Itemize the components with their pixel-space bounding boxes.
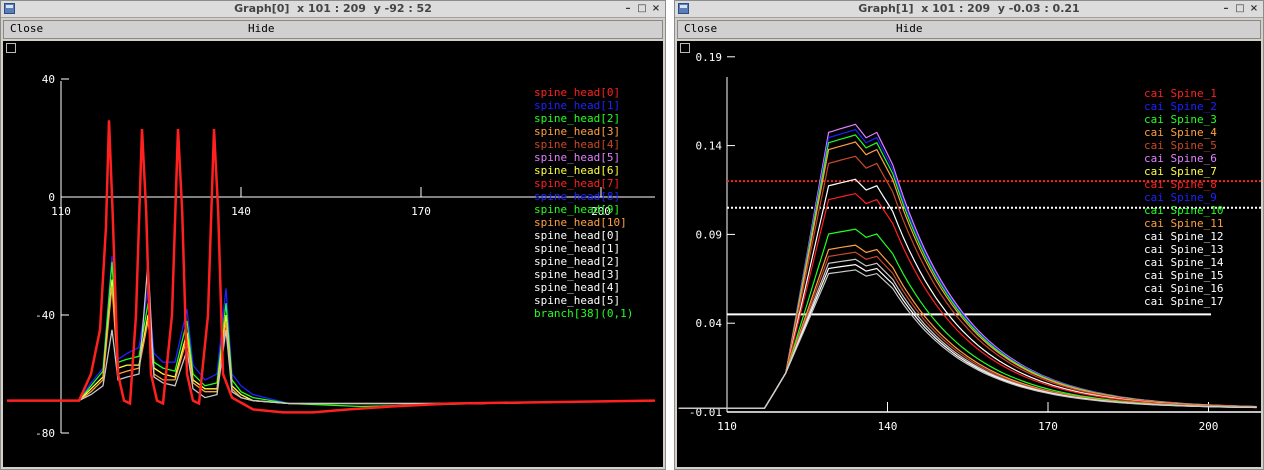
legend-entry: cai Spine_16 <box>1144 282 1223 295</box>
right-graph-canvas[interactable]: 0.19 0.14 0.09 0.04 -0.01 110 140 170 200 cai Spi… <box>677 41 1261 467</box>
right-window-title: Graph[1] x 101 : 209 y -0.03 : 0.21 <box>858 2 1080 15</box>
legend-entry: spine_head[4] <box>534 281 620 294</box>
y-tick-label: 0.04 <box>696 317 723 330</box>
close-window-button[interactable]: × <box>651 2 661 15</box>
legend-entry: cai Spine_4 <box>1144 126 1217 139</box>
legend-entry: spine_head[2] <box>534 112 620 125</box>
x-tick-label: 140 <box>231 205 251 218</box>
legend-entry: spine_head[5] <box>534 151 620 164</box>
legend-entry: spine_head[5] <box>534 294 620 307</box>
close-window-button[interactable]: × <box>1249 2 1259 15</box>
maximize-button[interactable]: □ <box>637 2 647 15</box>
legend-entry: cai Spine_7 <box>1144 165 1217 178</box>
calcium-plot: 0.190.140.090.04-0.01110 140 170 200cai Spi… <box>678 51 1261 433</box>
right-menu-bar: Close Hide <box>677 20 1261 39</box>
legend-entry: spine_head[3] <box>534 268 620 281</box>
legend-entry: spine_head[3] <box>534 125 620 138</box>
y-tick-label: -40 <box>35 309 55 322</box>
y-tick-label: -80 <box>35 427 55 440</box>
legend-entry: cai Spine_17 <box>1144 295 1223 308</box>
legend-entry: spine_head[0] <box>534 86 620 99</box>
legend-entry: cai Spine_1 <box>1144 87 1217 100</box>
legend-entry: cai Spine_5 <box>1144 139 1217 152</box>
hide-button[interactable]: Hide <box>896 22 923 35</box>
legend-entry: spine_head[1] <box>534 99 620 112</box>
y-tick-label: 0 <box>48 191 55 204</box>
left-menu-bar: Close Hide <box>3 20 663 39</box>
legend-entry: cai Spine_10 <box>1144 204 1223 217</box>
minimize-button[interactable]: – <box>623 2 633 15</box>
x-tick-label: 170 <box>411 205 431 218</box>
left-graph-window: Graph[0] x 101 : 209 y -92 : 52 – □ × Cl… <box>0 0 666 470</box>
y-tick-label: 0.09 <box>696 228 723 241</box>
x-tick-label: 200 <box>1199 420 1219 433</box>
x-tick-label: 170 <box>1038 420 1058 433</box>
legend-entry: spine_head[8] <box>534 190 620 203</box>
right-title-bar[interactable]: Graph[1] x 101 : 209 y -0.03 : 0.21 – □ … <box>675 1 1263 18</box>
legend-entry: branch[38](0,1) <box>534 307 633 320</box>
close-button[interactable]: Close <box>684 22 717 35</box>
maximize-button[interactable]: □ <box>1235 2 1245 15</box>
legend-entry: cai Spine_15 <box>1144 269 1223 282</box>
voltage-plot: 400-40-80110 140 170 200spine_head[0]spine_… <box>7 73 656 440</box>
x-tick-label: 140 <box>878 420 898 433</box>
left-title-bar[interactable]: Graph[0] x 101 : 209 y -92 : 52 – □ × <box>1 1 665 18</box>
legend-entry: cai Spine_11 <box>1144 217 1223 230</box>
y-tick-label: 0.14 <box>696 140 723 153</box>
legend-entry: spine_head[2] <box>534 255 620 268</box>
legend-entry: spine_head[4] <box>534 138 620 151</box>
left-window-title: Graph[0] x 101 : 209 y -92 : 52 <box>234 2 432 15</box>
close-button[interactable]: Close <box>10 22 43 35</box>
legend-entry: cai Spine_6 <box>1144 152 1217 165</box>
x-tick-label: 110 <box>717 420 737 433</box>
legend-entry: cai Spine_8 <box>1144 178 1217 191</box>
legend-entry: cai Spine_2 <box>1144 100 1217 113</box>
legend-entry: spine_head[7] <box>534 177 620 190</box>
legend-entry: cai Spine_3 <box>1144 113 1217 126</box>
legend-entry: cai Spine_9 <box>1144 191 1217 204</box>
legend-entry: spine_head[1] <box>534 242 620 255</box>
y-tick-label: 40 <box>42 73 55 86</box>
legend-entry: cai Spine_14 <box>1144 256 1224 269</box>
legend-entry: spine_head[9] <box>534 203 620 216</box>
legend-entry: cai Spine_13 <box>1144 243 1223 256</box>
minimize-button[interactable]: – <box>1221 2 1231 15</box>
y-tick-label: 0.19 <box>696 51 723 64</box>
legend-entry: spine_head[0] <box>534 229 620 242</box>
legend-entry: spine_head[6] <box>534 164 620 177</box>
legend-entry: cai Spine_12 <box>1144 230 1223 243</box>
left-graph-canvas[interactable]: 40 0 -40 -80 110 140 170 200 spine_head[0] spine_… <box>3 41 663 467</box>
right-graph-window: Graph[1] x 101 : 209 y -0.03 : 0.21 – □ … <box>674 0 1264 470</box>
legend-entry: spine_head[10] <box>534 216 627 229</box>
hide-button[interactable]: Hide <box>248 22 275 35</box>
x-tick-label: 110 <box>51 205 71 218</box>
